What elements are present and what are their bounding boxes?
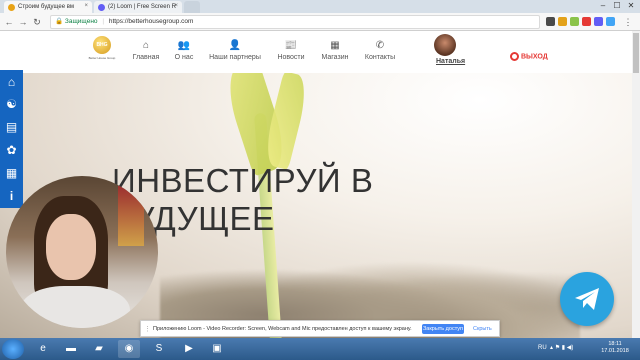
folder-icon[interactable]: ▰	[88, 340, 110, 358]
nav-label: Наши партнеры	[209, 54, 261, 61]
site-logo[interactable]: BHG Better House Group	[84, 36, 118, 66]
logo-caption: Better House Group	[88, 56, 116, 60]
chrome-icon[interactable]: ◉	[118, 340, 140, 358]
reload-icon[interactable]: ↻	[31, 16, 43, 28]
telegram-icon	[575, 288, 599, 310]
tab-close-icon[interactable]: ×	[174, 3, 178, 9]
telegram-button[interactable]	[560, 272, 614, 326]
info-icon[interactable]: i	[2, 186, 21, 206]
drag-handle-icon[interactable]: ⋮	[144, 325, 151, 333]
language-indicator[interactable]: RU	[538, 345, 547, 351]
start-button[interactable]	[2, 339, 24, 359]
nav-label: Контакты	[364, 54, 396, 61]
close-window-button[interactable]: ✕	[624, 1, 638, 11]
media-icon[interactable]: ▶	[178, 340, 200, 358]
background-poster	[118, 186, 144, 246]
scrollbar-thumb[interactable]	[633, 33, 639, 73]
notice-text: Приложению Loom - Video Recorder: Screen…	[153, 326, 412, 332]
logo-emblem: BHG	[93, 36, 111, 54]
tray-icons[interactable]: ▴ ⚑ ▮ ◀)	[548, 345, 573, 351]
nav-partners[interactable]: 👤 Наши партнеры	[206, 39, 264, 67]
people-icon: 👥	[177, 40, 191, 51]
home-icon: ⌂	[142, 40, 150, 51]
power-icon	[510, 52, 519, 61]
back-icon[interactable]: ←	[3, 16, 15, 28]
nav-shop[interactable]: ▦ Магазин	[318, 39, 352, 67]
maximize-button[interactable]: ☐	[610, 1, 624, 11]
tab-title: (2) Loom | Free Screen R	[108, 4, 176, 10]
phone-icon: ✆	[375, 40, 385, 51]
forward-icon[interactable]: →	[17, 16, 29, 28]
news-icon: 📰	[284, 40, 298, 51]
hide-notice-link[interactable]: Скрыть	[473, 326, 492, 332]
window-icon[interactable]: ▣	[206, 340, 228, 358]
webcam-person-face	[46, 214, 96, 280]
person-icon: 👤	[228, 40, 242, 51]
hero-headline: ИНВЕСТИРУЙ В БУДУЩЕЕ	[112, 162, 432, 238]
taskbar-clock[interactable]: 18:11 17.01.2018	[598, 341, 632, 355]
ie-icon[interactable]: e	[32, 340, 54, 358]
menu-icon[interactable]: ⋮	[622, 16, 634, 28]
opera-icon[interactable]	[582, 17, 591, 26]
address-bar[interactable]: 🔒 Защищено | https://betterhousegroup.co…	[50, 15, 540, 29]
avatar[interactable]	[434, 34, 456, 56]
site-favicon-icon	[8, 4, 15, 11]
lock-icon: 🔒	[55, 18, 64, 25]
mickey-icon[interactable]: ✿	[2, 140, 21, 160]
explorer-icon[interactable]: ▬	[60, 340, 82, 358]
shop-icon: ▦	[330, 40, 340, 51]
stop-sharing-button[interactable]: Закрыть доступ	[422, 324, 464, 334]
tab-loom[interactable]: (2) Loom | Free Screen R ×	[94, 1, 182, 13]
logout-button[interactable]: ВЫХОД	[510, 52, 548, 61]
skype-icon[interactable]: S	[148, 340, 170, 358]
tab-close-icon[interactable]: ×	[84, 3, 88, 9]
url-text: https://betterhousegroup.com	[108, 18, 194, 25]
nav-about[interactable]: 👥 О нас	[170, 39, 198, 67]
clock-date: 17.01.2018	[601, 348, 629, 354]
nav-news[interactable]: 📰 Новости	[274, 39, 308, 67]
url-divider: |	[102, 18, 105, 25]
brain-icon[interactable]: ☯	[2, 94, 21, 114]
nav-label: О нас	[174, 54, 194, 61]
browser-tab-strip: Строим будущее вм × (2) Loom | Free Scre…	[0, 0, 640, 13]
hero-line-1: ИНВЕСТИРУЙ В	[112, 162, 374, 199]
nav-label: Магазин	[321, 54, 349, 61]
nav-contacts[interactable]: ✆ Контакты	[362, 39, 398, 67]
loom-favicon-icon	[98, 4, 105, 11]
logout-label: ВЫХОД	[521, 53, 548, 61]
clock-time: 18:11	[608, 341, 622, 347]
extension-icon[interactable]	[606, 17, 615, 26]
webcam-person-shirt	[20, 286, 130, 328]
screen-share-notice: ⋮ Приложению Loom - Video Recorder: Scre…	[140, 320, 500, 337]
windows-taskbar: e ▬ ▰ ◉ S ▶ ▣ RU ▴ ⚑ ▮ ◀) 18:11 17.01.20…	[0, 338, 640, 360]
house-icon[interactable]: ⌂	[2, 72, 21, 92]
nav-label: Новости	[277, 54, 305, 61]
browser-toolbar: ← → ↻ 🔒 Защищено | https://betterhousegr…	[0, 13, 640, 31]
quick-sidebar: ⌂ ☯ ▤ ✿ ▦ i	[0, 70, 23, 208]
extension-icon[interactable]	[570, 17, 579, 26]
webcam-bubble[interactable]	[6, 176, 158, 328]
nav-home[interactable]: ⌂ Главная	[130, 39, 162, 67]
page-scrollbar[interactable]	[632, 31, 640, 338]
system-tray: RU ▴ ⚑ ▮ ◀)	[538, 344, 573, 351]
new-tab-button[interactable]	[184, 1, 200, 13]
nav-label: Главная	[132, 54, 160, 61]
minimize-button[interactable]: –	[596, 1, 610, 11]
star-icon[interactable]	[558, 17, 567, 26]
calendar-icon[interactable]: ▦	[2, 163, 21, 183]
tab-title: Строим будущее вм	[18, 4, 74, 10]
tab-betterhouse[interactable]: Строим будущее вм ×	[4, 1, 92, 13]
secure-label: Защищено	[64, 18, 98, 25]
hero-line-2: БУДУЩЕЕ	[112, 200, 275, 237]
clipboard-icon[interactable]: ▤	[2, 117, 21, 137]
extension-icon[interactable]	[546, 17, 555, 26]
user-name-link[interactable]: Наталья	[436, 58, 465, 65]
loom-icon[interactable]	[594, 17, 603, 26]
